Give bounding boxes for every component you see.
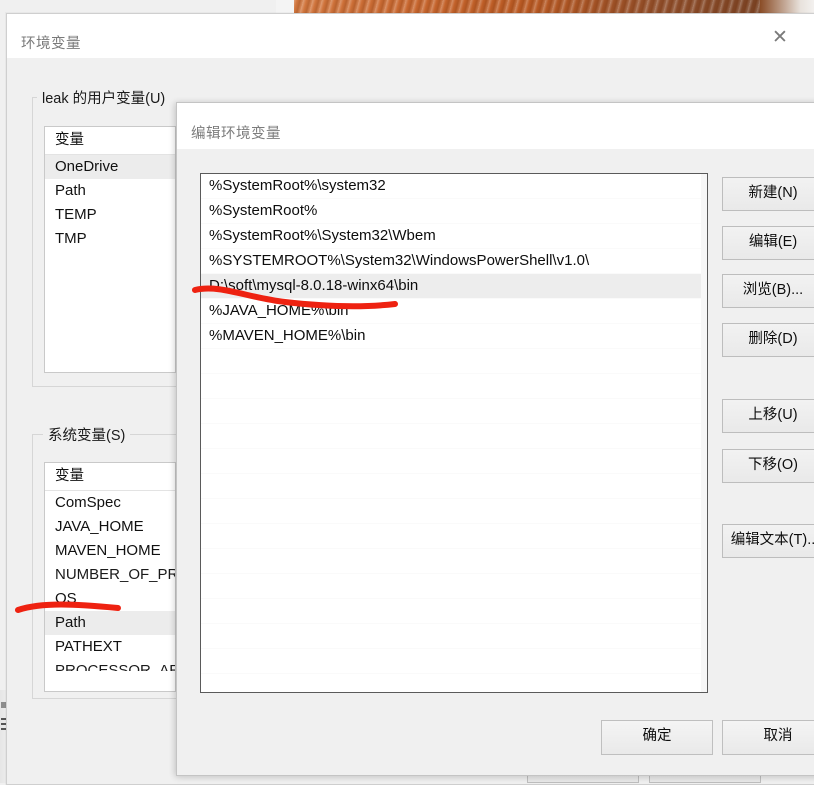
list-item-empty[interactable] xyxy=(201,549,707,574)
move-down-button[interactable]: 下移(O) xyxy=(722,449,814,483)
close-icon[interactable]: ✕ xyxy=(759,26,801,50)
table-row[interactable]: Path xyxy=(45,179,175,203)
inner-titlebar: 编辑环境变量 xyxy=(177,103,814,149)
list-item-empty[interactable] xyxy=(201,474,707,499)
list-item[interactable]: %SystemRoot%\System32\Wbem xyxy=(201,224,707,249)
move-up-button[interactable]: 上移(U) xyxy=(722,399,814,433)
table-row[interactable]: OS xyxy=(45,587,175,611)
path-entries-list[interactable]: %SystemRoot%\system32 %SystemRoot% %Syst… xyxy=(200,173,708,693)
list-item-empty[interactable] xyxy=(201,524,707,549)
browse-button[interactable]: 浏览(B)... xyxy=(722,274,814,308)
list-item-empty[interactable] xyxy=(201,499,707,524)
inner-ok-button[interactable]: 确定 xyxy=(601,720,713,755)
delete-button[interactable]: 删除(D) xyxy=(722,323,814,357)
table-row[interactable]: ComSpec xyxy=(45,491,175,515)
outer-titlebar: 环境变量 ✕ xyxy=(7,14,814,58)
user-variables-column-header: 变量 xyxy=(45,127,175,155)
new-button[interactable]: 新建(N) xyxy=(722,177,814,211)
page-title: 环境变量 xyxy=(21,36,81,52)
list-item-empty[interactable] xyxy=(201,624,707,649)
table-row[interactable]: TEMP xyxy=(45,203,175,227)
list-item-empty[interactable] xyxy=(201,649,707,674)
list-item-empty[interactable] xyxy=(201,374,707,399)
edit-text-button[interactable]: 编辑文本(T)... xyxy=(722,524,814,558)
environment-variables-dialog: 环境变量 ✕ leak 的用户变量(U) 变量 OneDrive Path TE… xyxy=(6,13,814,785)
inner-dialog-title: 编辑环境变量 xyxy=(191,126,281,142)
list-item[interactable]: D:\soft\mysql-8.0.18-winx64\bin xyxy=(201,274,707,299)
table-row[interactable]: OneDrive xyxy=(45,155,175,179)
table-row[interactable]: PATHEXT xyxy=(45,635,175,659)
user-variables-table[interactable]: 变量 OneDrive Path TEMP TMP xyxy=(44,126,176,373)
table-row[interactable]: PROCESSOR_AR xyxy=(45,659,175,671)
list-item[interactable]: %JAVA_HOME%\bin xyxy=(201,299,707,324)
path-list-scrollbar[interactable] xyxy=(701,174,707,692)
list-item[interactable]: %SystemRoot%\system32 xyxy=(201,174,707,199)
list-item[interactable]: %SYSTEMROOT%\System32\WindowsPowerShell\… xyxy=(201,249,707,274)
system-variables-group-label: 系统变量(S) xyxy=(43,424,131,445)
system-variables-table[interactable]: 变量 ComSpec JAVA_HOME MAVEN_HOME NUMBER_O… xyxy=(44,462,176,692)
list-item-empty[interactable] xyxy=(201,449,707,474)
table-row[interactable]: JAVA_HOME xyxy=(45,515,175,539)
list-item-empty[interactable] xyxy=(201,424,707,449)
table-row[interactable]: NUMBER_OF_PRO xyxy=(45,563,175,587)
outer-dialog-body: leak 的用户变量(U) 变量 OneDrive Path TEMP TMP … xyxy=(7,58,814,784)
list-item-empty[interactable] xyxy=(201,399,707,424)
table-row[interactable]: MAVEN_HOME xyxy=(45,539,175,563)
inner-cancel-button[interactable]: 取消 xyxy=(722,720,814,755)
list-item-empty[interactable] xyxy=(201,574,707,599)
edit-environment-variable-dialog: 编辑环境变量 %SystemRoot%\system32 %SystemRoot… xyxy=(176,102,814,776)
list-item[interactable]: %SystemRoot% xyxy=(201,199,707,224)
list-item-empty[interactable] xyxy=(201,349,707,374)
edit-button[interactable]: 编辑(E) xyxy=(722,226,814,260)
list-item[interactable]: %MAVEN_HOME%\bin xyxy=(201,324,707,349)
table-row[interactable]: Path xyxy=(45,611,175,635)
list-item-empty[interactable] xyxy=(201,599,707,624)
system-variables-column-header: 变量 xyxy=(45,463,175,491)
table-row[interactable]: TMP xyxy=(45,227,175,251)
list-item-empty[interactable] xyxy=(201,674,707,692)
